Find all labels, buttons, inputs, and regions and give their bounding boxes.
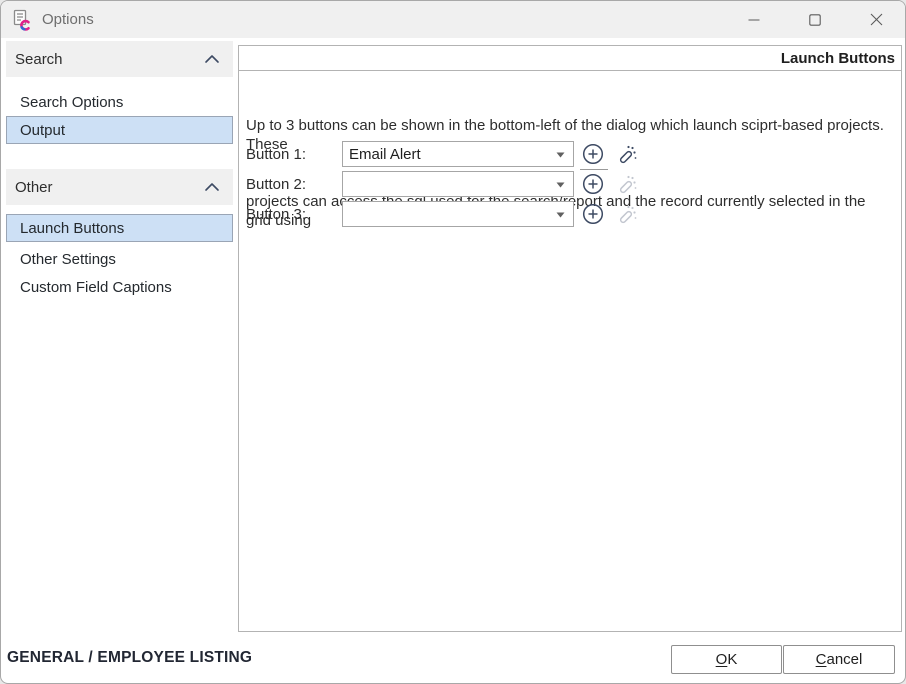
window-title: Options <box>42 11 94 28</box>
options-dialog: Options Search Search Options Output <box>0 0 906 684</box>
cancel-rest: ancel <box>826 651 862 668</box>
sidebar-item-search-options[interactable]: Search Options <box>6 88 233 116</box>
app-logo-icon <box>11 9 33 31</box>
sidebar-section-other[interactable]: Other <box>6 169 233 205</box>
content-panel: Launch Buttons Up to 3 buttons can be sh… <box>238 45 902 632</box>
button-1-edit-script-button[interactable] <box>614 141 640 167</box>
button-2-row: Button 2: <box>246 171 901 197</box>
sidebar-item-label: Output <box>20 122 65 139</box>
chevron-up-icon <box>204 182 220 192</box>
ok-button[interactable]: OK <box>671 645 782 674</box>
plus-circle-icon <box>582 173 604 195</box>
magic-wand-icon <box>616 143 638 165</box>
button-3-dropdown[interactable] <box>342 201 574 227</box>
plus-circle-icon <box>582 143 604 165</box>
title-bar: Options <box>1 1 905 38</box>
chevron-down-icon <box>556 152 565 158</box>
button-2-dropdown[interactable] <box>342 171 574 197</box>
sidebar-item-label: Custom Field Captions <box>20 279 172 296</box>
sidebar-section-search[interactable]: Search <box>6 41 233 77</box>
close-button[interactable] <box>853 3 899 37</box>
section-other-label: Other <box>15 179 53 196</box>
ok-mnemonic: O <box>716 651 728 668</box>
sidebar-item-label: Search Options <box>20 94 123 111</box>
button-1-label: Button 1: <box>246 146 342 163</box>
magic-wand-icon <box>616 173 638 195</box>
minimize-icon <box>748 14 760 26</box>
minimize-button[interactable] <box>731 3 777 37</box>
window-controls <box>731 1 899 38</box>
cancel-mnemonic: C <box>816 651 827 668</box>
maximize-button[interactable] <box>792 3 838 37</box>
ok-rest: K <box>727 651 737 668</box>
section-search-label: Search <box>15 51 63 68</box>
button-3-row: Button 3: <box>246 201 901 227</box>
launch-button-rows: Button 1: Email Alert <box>246 141 901 231</box>
chevron-down-icon <box>556 212 565 218</box>
page-title-text: Launch Buttons <box>781 50 895 67</box>
button-1-dropdown[interactable]: Email Alert <box>342 141 574 167</box>
button-1-row: Button 1: Email Alert <box>246 141 901 167</box>
sidebar-item-label: Other Settings <box>20 251 116 268</box>
divider <box>580 169 608 170</box>
button-1-add-button[interactable] <box>580 141 606 167</box>
sidebar: Search Search Options Output Other Launc… <box>6 41 233 301</box>
maximize-icon <box>809 14 821 26</box>
context-label: GENERAL / EMPLOYEE LISTING <box>7 649 252 667</box>
button-1-value: Email Alert <box>349 146 421 163</box>
magic-wand-icon <box>616 203 638 225</box>
page-title: Launch Buttons <box>239 46 901 71</box>
chevron-up-icon <box>204 54 220 64</box>
plus-circle-icon <box>582 203 604 225</box>
button-2-edit-script-button <box>614 171 640 197</box>
sidebar-item-custom-field-captions[interactable]: Custom Field Captions <box>6 273 233 301</box>
sidebar-item-launch-buttons[interactable]: Launch Buttons <box>6 214 233 242</box>
chevron-down-icon <box>556 182 565 188</box>
cancel-button[interactable]: Cancel <box>783 645 895 674</box>
sidebar-item-other-settings[interactable]: Other Settings <box>6 245 233 273</box>
button-3-edit-script-button <box>614 201 640 227</box>
sidebar-item-label: Launch Buttons <box>20 220 124 237</box>
close-icon <box>870 13 883 26</box>
sidebar-item-output[interactable]: Output <box>6 116 233 144</box>
button-2-add-button[interactable] <box>580 171 606 197</box>
button-2-label: Button 2: <box>246 176 342 193</box>
button-3-label: Button 3: <box>246 206 342 223</box>
button-3-add-button[interactable] <box>580 201 606 227</box>
